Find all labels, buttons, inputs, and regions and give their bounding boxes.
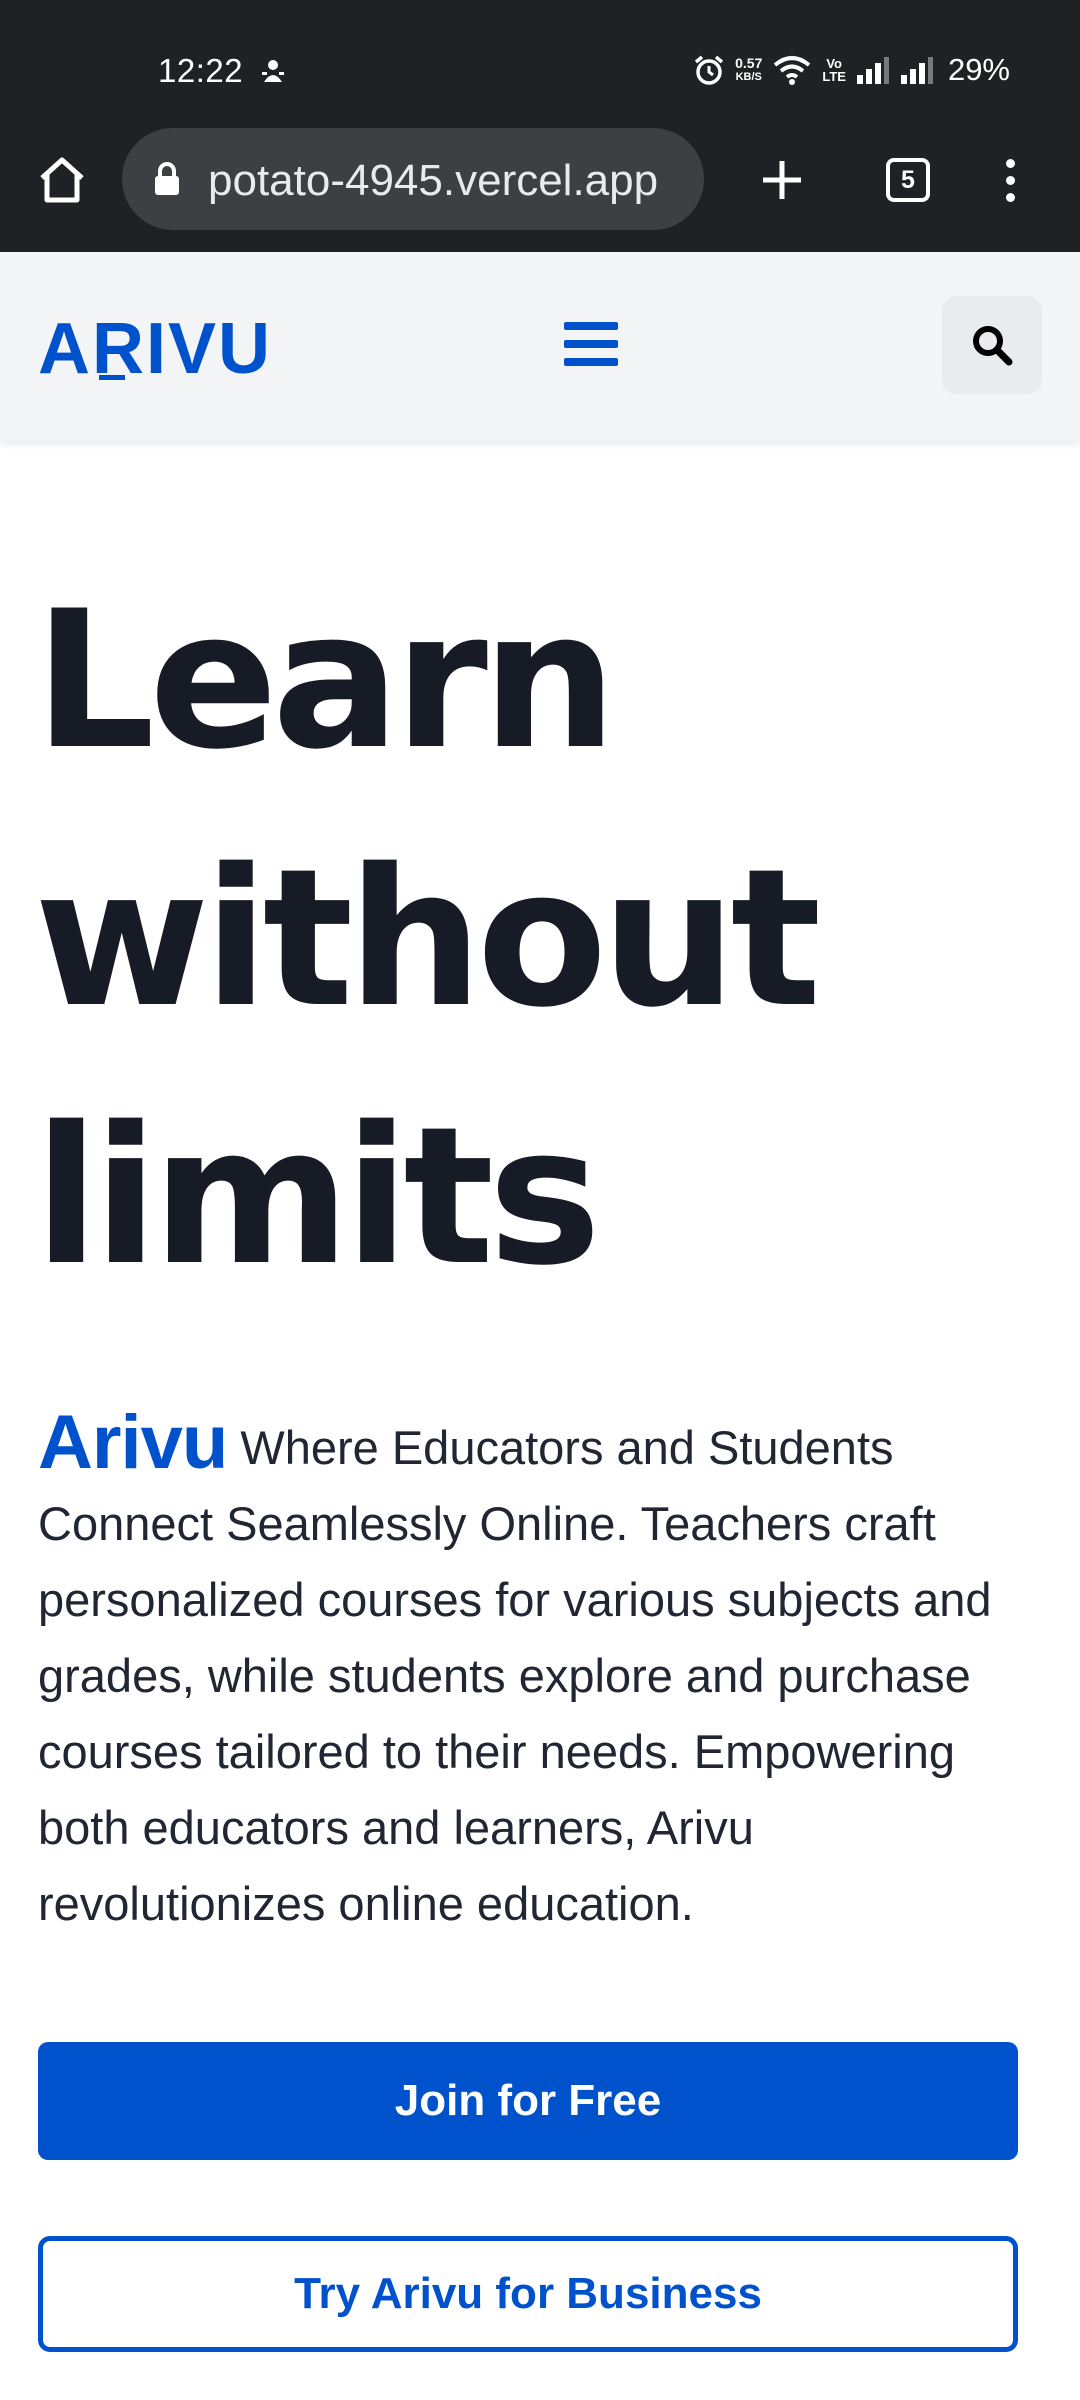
brand-name: Arivu bbox=[38, 1400, 228, 1485]
net-speed-unit: KB/S bbox=[735, 71, 762, 83]
tab-switcher-button[interactable]: 5 bbox=[878, 150, 938, 210]
browser-toolbar: potato-4945.vercel.app 5 bbox=[0, 128, 1080, 252]
search-button[interactable] bbox=[942, 296, 1042, 394]
signal-icon bbox=[856, 57, 889, 84]
wifi-icon bbox=[774, 56, 811, 85]
tab-count: 5 bbox=[886, 158, 930, 202]
browser-chrome: 12:22 0.57 KB/S Vo LTE 29% potato-4945.v… bbox=[0, 0, 1080, 252]
net-speed: 0.57 KB/S bbox=[735, 56, 762, 84]
hamburger-bar bbox=[564, 358, 618, 366]
search-icon bbox=[973, 326, 1013, 366]
nav-menu-button[interactable] bbox=[560, 316, 622, 372]
hero-title-line: Learn bbox=[34, 570, 617, 791]
new-tab-button[interactable] bbox=[750, 148, 814, 212]
hamburger-bar bbox=[564, 340, 618, 348]
status-bar: 12:22 0.57 KB/S Vo LTE 29% bbox=[0, 0, 1080, 130]
menu-dot-icon bbox=[1005, 158, 1015, 168]
status-icons: 0.57 KB/S Vo LTE 29% bbox=[693, 50, 1010, 90]
volte-bottom: LTE bbox=[822, 69, 846, 84]
hero-description: Arivu Where Educators and Students Conne… bbox=[38, 1405, 1048, 1942]
alarm-icon bbox=[694, 55, 724, 85]
address-bar[interactable]: potato-4945.vercel.app bbox=[122, 128, 704, 230]
status-time: 12:22 bbox=[158, 52, 244, 89]
browser-menu-button[interactable] bbox=[990, 148, 1030, 212]
plus-icon bbox=[763, 161, 801, 199]
join-free-button[interactable]: Join for Free bbox=[38, 2042, 1018, 2160]
hamburger-bar bbox=[564, 322, 618, 330]
signal-icon-2 bbox=[900, 57, 933, 84]
net-speed-value: 0.57 bbox=[735, 55, 763, 71]
battery-level: 29% bbox=[947, 52, 1010, 87]
logo-underline-mark bbox=[99, 375, 125, 380]
menu-dot-icon bbox=[1005, 175, 1015, 185]
volte-indicator: Vo LTE bbox=[822, 57, 846, 83]
hero-title-line: limits bbox=[34, 1086, 601, 1307]
lock-icon bbox=[155, 162, 179, 195]
hero-title-line: without bbox=[34, 828, 821, 1049]
menu-dot-icon bbox=[1005, 192, 1015, 202]
home-icon bbox=[40, 157, 84, 203]
description-text: Where Educators and Students Connect Sea… bbox=[38, 1421, 992, 1930]
site-header: ARIVU bbox=[0, 252, 1080, 440]
notification-icon bbox=[262, 60, 284, 82]
home-button[interactable] bbox=[30, 148, 94, 212]
site-logo[interactable]: ARIVU bbox=[38, 304, 272, 394]
hero-title: Learn without limits bbox=[34, 552, 1034, 1326]
url-text[interactable]: potato-4945.vercel.app bbox=[208, 156, 688, 206]
business-button[interactable]: Try Arivu for Business bbox=[38, 2236, 1018, 2352]
